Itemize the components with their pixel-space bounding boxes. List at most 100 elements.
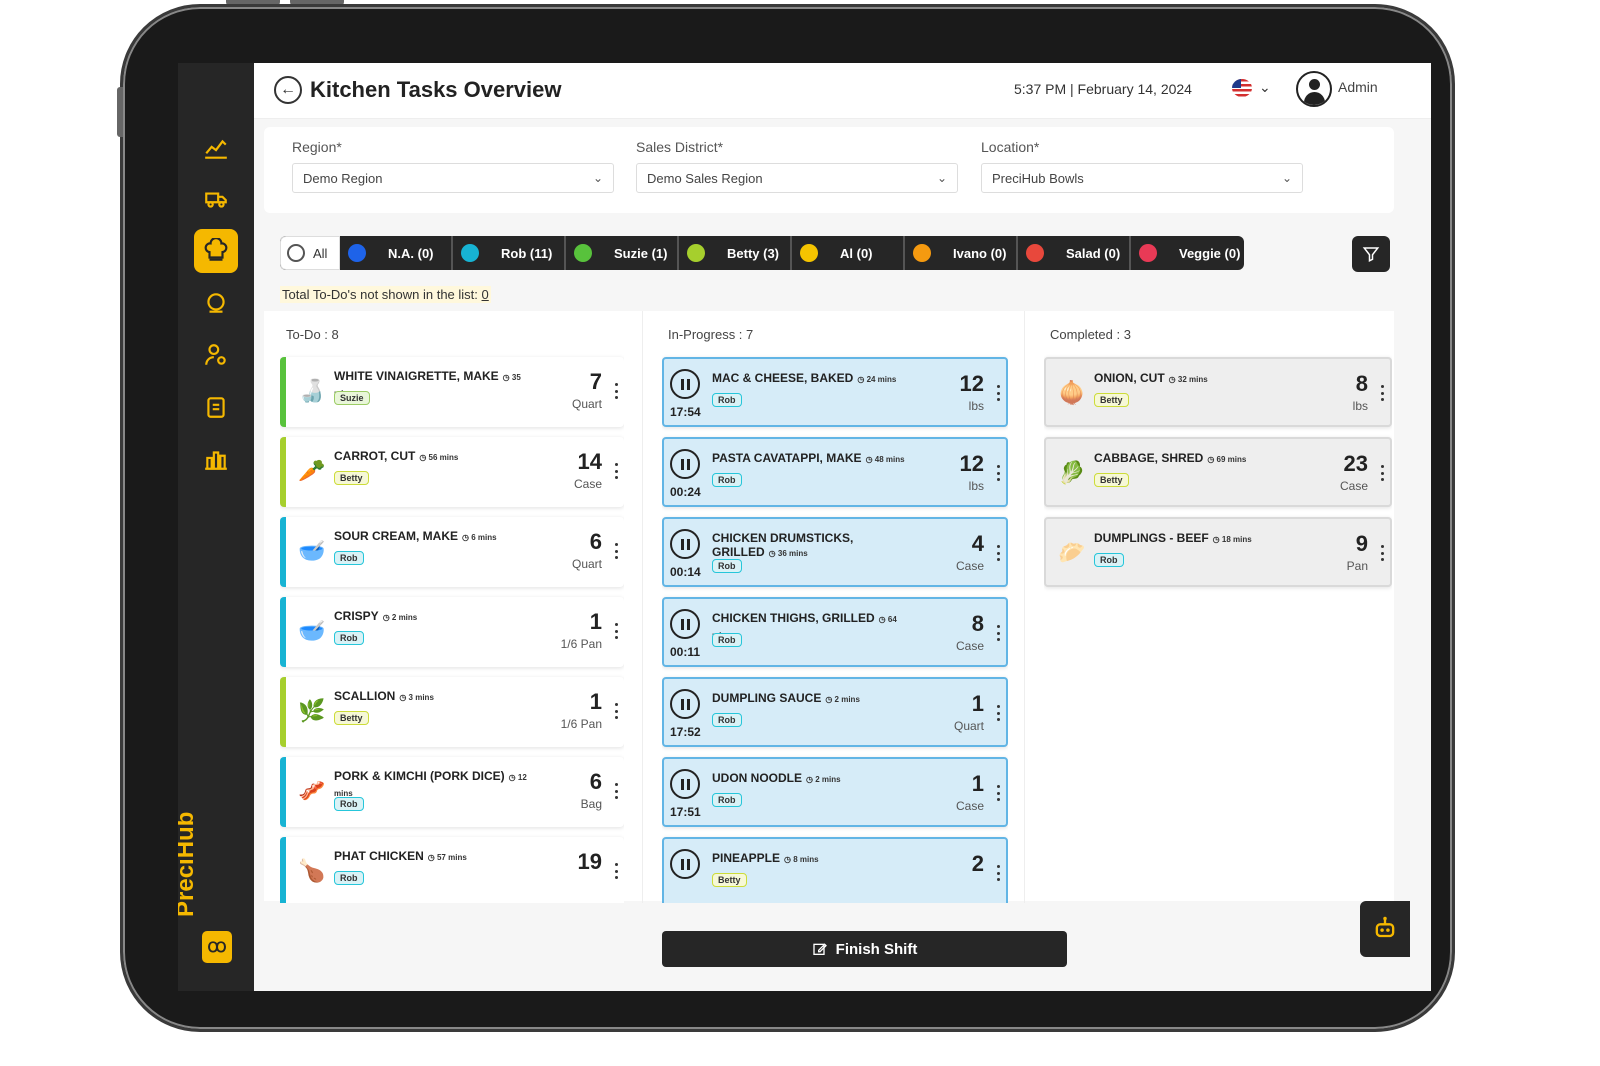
chevron-down-icon: ⌄: [936, 171, 947, 185]
task-card[interactable]: 🥣 SOUR CREAM, MAKE ◷ 6 mins Rob 6 Quart: [280, 517, 624, 587]
staff-filter-item[interactable]: Betty (3): [679, 236, 792, 270]
more-options-icon[interactable]: [614, 543, 618, 559]
completed-header: Completed : 3: [1050, 327, 1131, 342]
staff-filter-item[interactable]: Ivano (0): [905, 236, 1018, 270]
pause-icon[interactable]: [670, 609, 700, 639]
staff-filter-item[interactable]: N.A. (0): [340, 236, 453, 270]
task-card[interactable]: 00:11 CHICKEN THIGHS, GRILLED◷ 64 minsRob…: [662, 597, 1008, 667]
pause-icon[interactable]: [670, 769, 700, 799]
task-card[interactable]: 🥬 CABBAGE, SHRED ◷ 69 mins Betty 23 Case: [1044, 437, 1392, 507]
task-name-text: ONION, CUT: [1094, 371, 1165, 385]
task-quantity: 19: [577, 849, 602, 874]
pause-icon[interactable]: [670, 689, 700, 719]
task-card[interactable]: 🧅 ONION, CUT ◷ 32 mins Betty 8 lbs: [1044, 357, 1392, 427]
assistant-bot-button[interactable]: [1360, 901, 1410, 957]
staff-filter-item[interactable]: Al (0): [792, 236, 905, 270]
more-options-icon[interactable]: [996, 385, 1000, 401]
location-select[interactable]: PreciHub Bowls ⌄: [981, 163, 1303, 193]
staff-filter-label: Suzie (1): [614, 245, 668, 261]
task-quantity: 1: [971, 771, 984, 796]
task-timer: 00:11: [670, 645, 701, 659]
task-unit: Case: [573, 477, 602, 491]
task-card[interactable]: PINEAPPLE ◷ 8 mins Betty 2: [662, 837, 1008, 903]
more-options-icon[interactable]: [996, 865, 1000, 881]
staff-filter-item[interactable]: Salad (0): [1018, 236, 1131, 270]
staff-filter-item[interactable]: Suzie (1): [566, 236, 679, 270]
more-options-icon[interactable]: [614, 463, 618, 479]
more-options-icon[interactable]: [996, 465, 1000, 481]
us-flag-icon[interactable]: [1232, 79, 1252, 97]
staff-filter-item[interactable]: Veggie (0): [1131, 236, 1244, 270]
task-name: PORK & KIMCHI (PORK DICE) ◷ 12 mins: [334, 769, 534, 801]
district-select[interactable]: Demo Sales Region ⌄: [636, 163, 958, 193]
more-options-icon[interactable]: [1380, 545, 1384, 561]
finish-shift-button[interactable]: Finish Shift: [662, 931, 1067, 967]
more-options-icon[interactable]: [996, 625, 1000, 641]
task-card[interactable]: 🥕 CARROT, CUT ◷ 56 mins Betty 14 Case: [280, 437, 624, 507]
more-options-icon[interactable]: [614, 703, 618, 719]
task-quantity: 7: [589, 369, 602, 394]
more-options-icon[interactable]: [614, 863, 618, 879]
task-duration: ◷ 18 mins: [1212, 535, 1252, 544]
more-options-icon[interactable]: [1380, 385, 1384, 401]
total-todo-note: Total To-Do's not shown in the list: 0: [280, 286, 491, 303]
task-card[interactable]: 🍗 PHAT CHICKEN ◷ 57 mins Rob 19: [280, 837, 624, 903]
task-quantity: 4: [971, 531, 984, 556]
task-card[interactable]: 🥓 PORK & KIMCHI (PORK DICE) ◷ 12 mins Rob 6 B…: [280, 757, 624, 827]
task-name: PINEAPPLE ◷ 8 mins: [712, 851, 912, 867]
staff-color-dot: [800, 244, 818, 262]
staff-filter-all-label: All: [313, 245, 328, 261]
task-quantity: 8: [1355, 371, 1368, 396]
task-name: CRISPY ◷ 2 mins: [334, 609, 534, 625]
task-card[interactable]: 00:14 CHICKEN DRUMSTICKS, GRILLED ◷ 36 min…: [662, 517, 1008, 587]
staff-color-dot: [461, 244, 479, 262]
bowl-icon: 🥣: [298, 618, 326, 643]
more-options-icon[interactable]: [996, 705, 1000, 721]
staff-tag: Suzie: [334, 391, 370, 405]
pause-icon[interactable]: [670, 529, 700, 559]
back-arrow-icon[interactable]: ←: [274, 76, 302, 104]
task-duration: ◷ 24 mins: [857, 375, 897, 384]
task-card[interactable]: 🥣 CRISPY ◷ 2 mins Rob 1 1/6 Pan: [280, 597, 624, 667]
sidebar-item-delivery[interactable]: [194, 177, 238, 221]
sidebar-item-users[interactable]: [194, 333, 238, 377]
main-content: ← Kitchen Tasks Overview 5:37 PM | Febru…: [254, 63, 1431, 991]
task-card[interactable]: 17:52 DUMPLING SAUCE ◷ 2 mins Rob 1 Quart: [662, 677, 1008, 747]
region-label: Region*: [292, 139, 342, 155]
sidebar-item-analytics[interactable]: [194, 127, 238, 171]
region-select[interactable]: Demo Region ⌄: [292, 163, 614, 193]
staff-filter-all[interactable]: All: [280, 236, 340, 270]
todo-column: To-Do : 8 🍶WHITE VINAIGRETTE, MAKE◷ 35 m…: [280, 311, 624, 903]
more-options-icon[interactable]: [614, 783, 618, 799]
more-options-icon[interactable]: [1380, 465, 1384, 481]
edit-icon: [812, 943, 827, 955]
task-duration: ◷ 2 mins: [382, 613, 418, 622]
total-todo-value[interactable]: 0: [482, 287, 489, 302]
task-card[interactable]: 🌿 SCALLION ◷ 3 mins Betty 1 1/6 Pan: [280, 677, 624, 747]
more-options-icon[interactable]: [996, 545, 1000, 561]
task-card[interactable]: 🥟 DUMPLINGS - BEEF ◷ 18 mins Rob 9 Pan: [1044, 517, 1392, 587]
avatar[interactable]: [1296, 71, 1332, 107]
task-card[interactable]: 17:51 UDON NOODLE ◷ 2 mins Rob 1 Case: [662, 757, 1008, 827]
task-quantity: 1: [589, 689, 602, 714]
sidebar-item-recipes[interactable]: [194, 281, 238, 325]
pause-icon[interactable]: [670, 449, 700, 479]
staff-filter-item[interactable]: Rob (11): [453, 236, 566, 270]
todo-header: To-Do : 8: [286, 327, 339, 342]
sidebar-item-statistics[interactable]: [194, 437, 238, 481]
task-card[interactable]: 00:24 PASTA CAVATAPPI, MAKE ◷ 48 mins Rob 12…: [662, 437, 1008, 507]
filter-button[interactable]: [1352, 236, 1390, 272]
onion-icon: 🧅: [1058, 380, 1086, 405]
more-options-icon[interactable]: [614, 623, 618, 639]
pause-icon[interactable]: [670, 369, 700, 399]
pause-icon[interactable]: [670, 849, 700, 879]
more-options-icon[interactable]: [996, 785, 1000, 801]
sidebar-item-reports[interactable]: [194, 385, 238, 429]
sidebar-item-kitchen-tasks[interactable]: [194, 229, 238, 273]
task-card[interactable]: 🍶WHITE VINAIGRETTE, MAKE◷ 35 minsSuzie7Q…: [280, 357, 624, 427]
more-options-icon[interactable]: [614, 383, 618, 399]
chevron-down-icon[interactable]: ⌄: [1259, 79, 1271, 96]
user-name[interactable]: Admin: [1338, 79, 1378, 95]
task-name-text: WHITE VINAIGRETTE, MAKE: [334, 369, 499, 383]
task-card[interactable]: 17:54 MAC & CHEESE, BAKED ◷ 24 mins Rob 12 lb…: [662, 357, 1008, 427]
